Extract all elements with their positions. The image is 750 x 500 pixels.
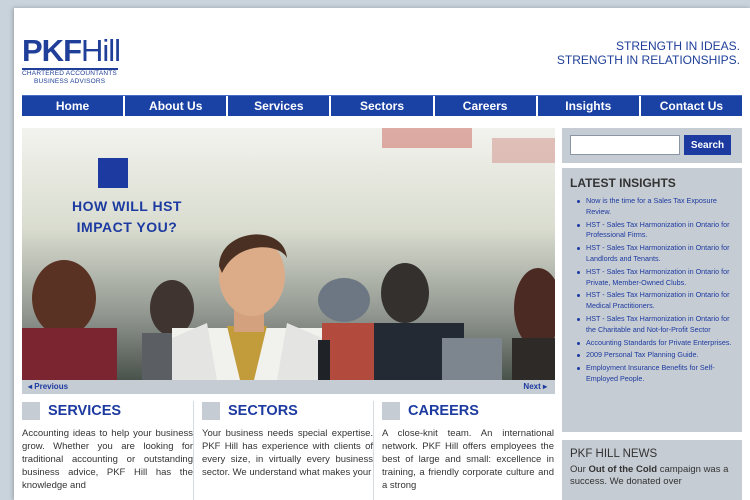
- insight-link[interactable]: Employment Insurance Benefits for Self-E…: [577, 363, 734, 385]
- news-panel: PKF HILL NEWS Our Out of the Cold campai…: [562, 440, 742, 500]
- nav-item-insights[interactable]: Insights: [538, 96, 641, 116]
- careers-header[interactable]: CAREERS: [382, 401, 554, 421]
- latest-insights-title: LATEST INSIGHTS: [570, 176, 676, 190]
- nav-item-services[interactable]: Services: [228, 96, 332, 116]
- tagline: STRENGTH IN IDEAS. STRENGTH IN RELATIONS…: [557, 39, 740, 67]
- hero-banner[interactable]: HOW WILL HST IMPACT YOU?: [22, 128, 555, 380]
- insight-link[interactable]: HST - Sales Tax Harmonization in Ontario…: [577, 267, 734, 289]
- sectors-title[interactable]: SECTORS: [228, 403, 298, 419]
- logo-subtitle-1: Chartered Accountants: [22, 70, 117, 77]
- search-button[interactable]: Search: [684, 135, 731, 155]
- services-text: Accounting ideas to help your business g…: [22, 428, 193, 491]
- nav-item-careers[interactable]: Careers: [435, 96, 538, 116]
- logo-text-hill: Hill: [81, 33, 121, 68]
- insight-link[interactable]: Now is the time for a Sales Tax Exposure…: [577, 196, 734, 218]
- search-input[interactable]: [570, 135, 680, 155]
- nav-item-about-us[interactable]: About Us: [125, 96, 229, 116]
- services-header[interactable]: SERVICES: [22, 401, 193, 421]
- previous-link[interactable]: ◂ Previous: [28, 382, 68, 391]
- main-nav: Home About Us Services Sectors Careers I…: [22, 95, 742, 116]
- services-column: SERVICES Accounting ideas to help your b…: [22, 401, 194, 500]
- page: PKFHill Chartered Accountants Business A…: [14, 8, 750, 500]
- careers-column: CAREERS A close-knit team. An internatio…: [382, 401, 554, 500]
- hero-headline-line-2: IMPACT YOU?: [76, 219, 178, 235]
- insights-list: Now is the time for a Sales Tax Exposure…: [570, 196, 734, 385]
- sidebar: Search LATEST INSIGHTS Now is the time f…: [562, 128, 742, 500]
- hero-headline: HOW WILL HST IMPACT YOU?: [62, 196, 192, 238]
- sectors-header[interactable]: SECTORS: [202, 401, 373, 421]
- services-square-icon: [22, 402, 40, 420]
- news-campaign-name[interactable]: Out of the Cold: [588, 464, 657, 475]
- nav-item-home[interactable]: Home: [22, 96, 126, 116]
- tagline-line-1: STRENGTH IN IDEAS.: [615, 39, 740, 53]
- insight-link[interactable]: HST - Sales Tax Harmonization in Ontario…: [577, 314, 734, 336]
- insight-link[interactable]: HST - Sales Tax Harmonization in Ontario…: [577, 243, 734, 265]
- logo-subtitle-2: Business Advisors: [34, 78, 106, 85]
- sectors-text: Your business needs special expertise. P…: [202, 428, 373, 478]
- latest-insights-panel: LATEST INSIGHTS Now is the time for a Sa…: [562, 168, 742, 432]
- search-box: Search: [562, 128, 742, 163]
- hero-pager: ◂ Previous Next ▸: [22, 380, 555, 394]
- services-title[interactable]: SERVICES: [48, 403, 121, 419]
- news-text: Our Out of the Cold campaign was a succe…: [570, 464, 734, 488]
- tagline-line-2: STRENGTH IN RELATIONSHIPS.: [556, 53, 740, 67]
- sectors-square-icon: [202, 402, 220, 420]
- nav-item-contact-us[interactable]: Contact Us: [641, 96, 742, 116]
- insight-link[interactable]: Accounting Standards for Private Enterpr…: [577, 338, 734, 349]
- insight-link[interactable]: 2009 Personal Tax Planning Guide.: [577, 350, 734, 361]
- nav-item-sectors[interactable]: Sectors: [331, 96, 435, 116]
- insight-link[interactable]: HST - Sales Tax Harmonization in Ontario…: [577, 290, 734, 312]
- insight-link[interactable]: HST - Sales Tax Harmonization in Ontario…: [577, 220, 734, 242]
- careers-square-icon: [382, 402, 400, 420]
- hero-headline-line-1: HOW WILL HST: [72, 198, 182, 214]
- careers-title[interactable]: CAREERS: [408, 403, 479, 419]
- logo-wordmark: PKFHill: [22, 35, 122, 67]
- next-link[interactable]: Next ▸: [523, 382, 547, 391]
- logo-text-pkf: PKF: [22, 33, 82, 68]
- pkf-hill-logo[interactable]: PKFHill Chartered Accountants Business A…: [22, 35, 122, 91]
- sectors-column: SECTORS Your business needs special expe…: [202, 401, 374, 500]
- hero-accent-square: [98, 158, 128, 188]
- news-text-1: Our: [570, 464, 589, 475]
- careers-text: A close-knit team. An international netw…: [382, 428, 554, 491]
- news-title: PKF HILL NEWS: [570, 448, 658, 460]
